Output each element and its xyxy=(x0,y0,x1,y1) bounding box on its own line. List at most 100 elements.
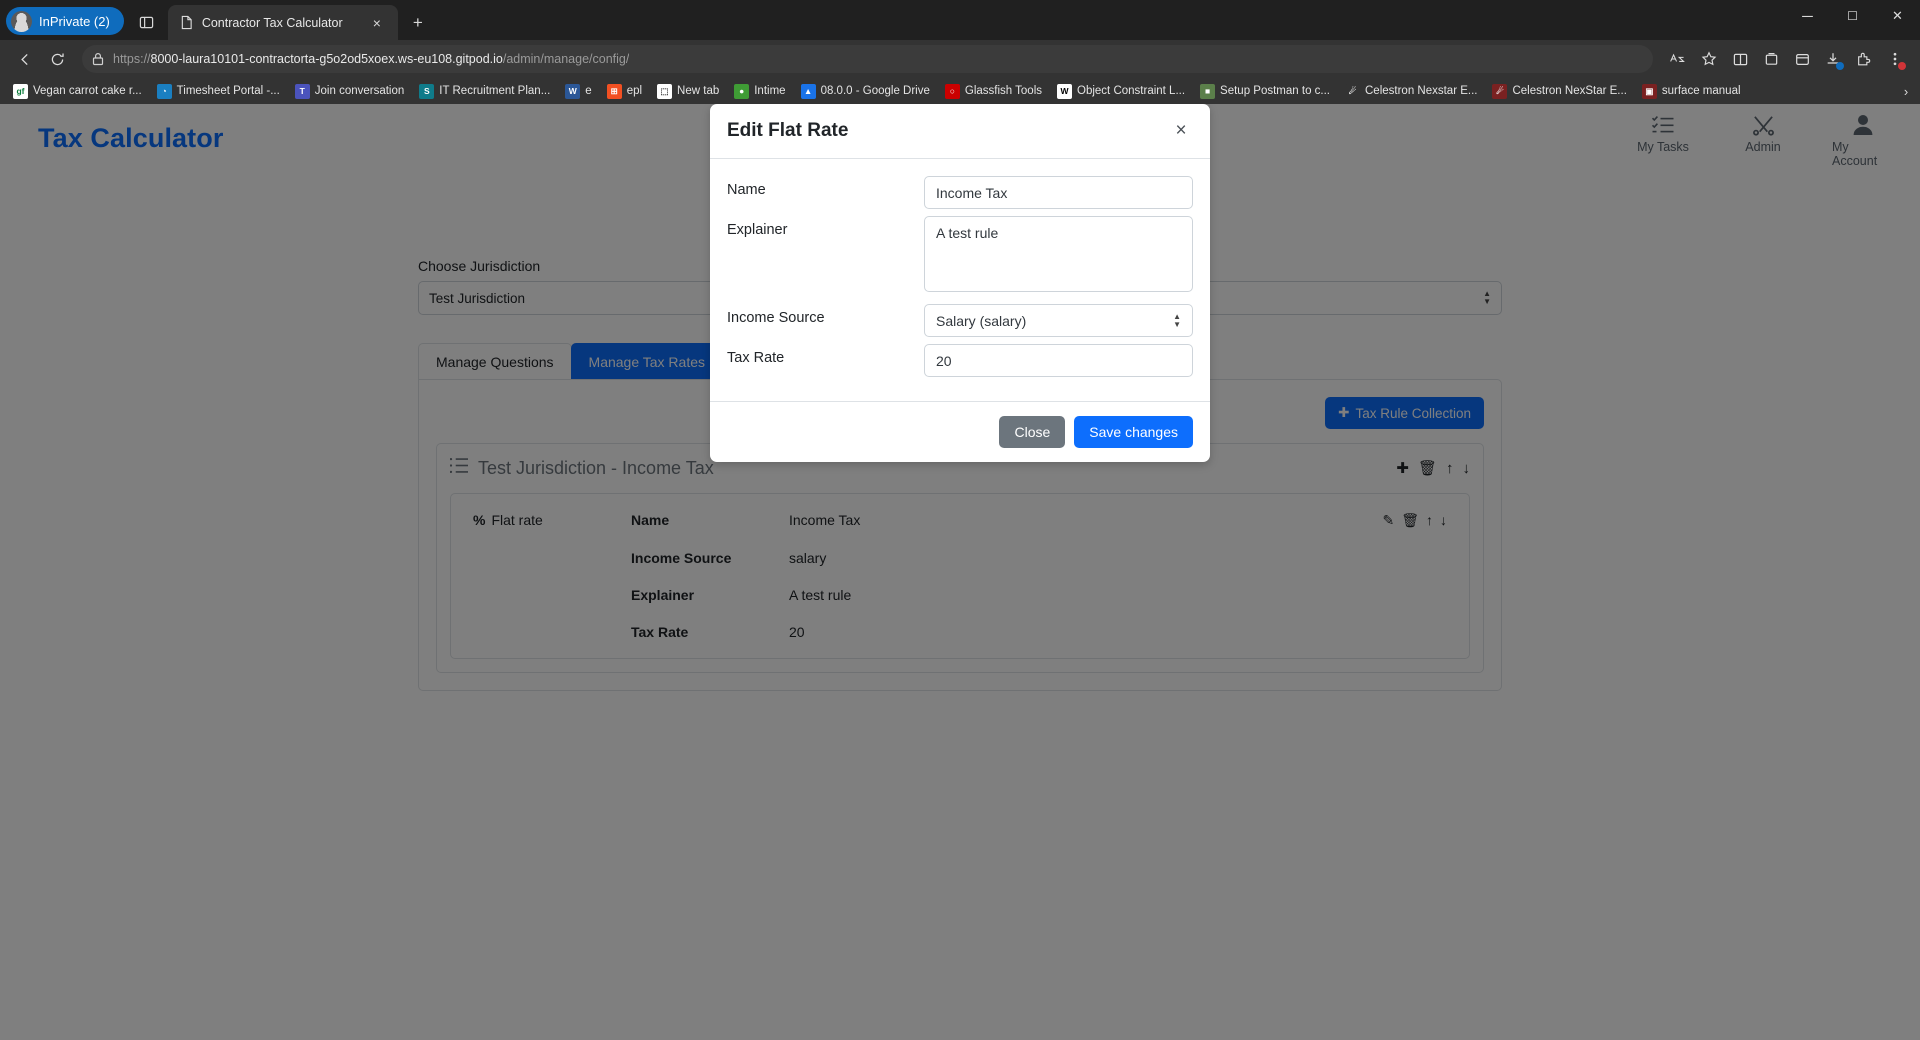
bookmark-item[interactable]: ● Intime xyxy=(727,80,792,102)
modal-title: Edit Flat Rate xyxy=(727,120,849,141)
browser-tab[interactable]: Contractor Tax Calculator × xyxy=(167,5,398,40)
bookmark-favicon: gf xyxy=(13,83,28,99)
bookmark-favicon: W xyxy=(565,83,581,99)
avatar xyxy=(11,10,32,32)
bookmark-label: Object Constraint L... xyxy=(1077,85,1186,97)
bookmark-label: Celestron NexStar E... xyxy=(1512,85,1627,97)
bookmark-favicon: ⬚ xyxy=(657,83,673,99)
browser-essentials-icon[interactable] xyxy=(1787,44,1817,74)
bookmark-label: IT Recruitment Plan... xyxy=(439,85,551,97)
bookmark-label: Timesheet Portal -... xyxy=(176,85,280,97)
close-tab-icon[interactable]: × xyxy=(366,12,388,34)
favorite-star-icon[interactable] xyxy=(1694,44,1724,74)
bookmark-label: Join conversation xyxy=(314,85,405,97)
chevron-updown-icon: ▲▼ xyxy=(1173,311,1181,329)
tax-rate-label: Tax Rate xyxy=(727,350,785,366)
browser-window: InPrivate (2) Contractor Tax Calculator … xyxy=(0,0,1920,1040)
bookmark-item[interactable]: W Object Constraint L... xyxy=(1050,80,1192,102)
explainer-label: Explainer xyxy=(727,222,788,238)
bookmark-item[interactable]: ○ Glassfish Tools xyxy=(938,80,1049,102)
bookmark-item[interactable]: ▲ 08.0.0 - Google Drive xyxy=(794,80,937,102)
bookmark-label: Vegan carrot cake r... xyxy=(33,85,142,97)
bookmark-item[interactable]: ⬚ New tab xyxy=(650,80,726,102)
settings-menu-icon[interactable] xyxy=(1880,44,1910,74)
downloads-badge xyxy=(1836,62,1844,70)
page-viewport: Tax Calculator My Tasks xyxy=(0,104,1920,1040)
bookmark-label: surface manual xyxy=(1661,85,1741,97)
bookmark-item[interactable]: ▣ surface manual xyxy=(1635,80,1748,102)
bookmark-favicon: T xyxy=(294,83,310,99)
address-bar[interactable]: https://8000-laura10101-contractorta-g5o… xyxy=(82,45,1653,73)
bookmark-favicon: ▲ xyxy=(800,83,816,99)
bookmark-label: Celestron Nexstar E... xyxy=(1365,85,1478,97)
bookmark-item[interactable]: ☄ Celestron Nexstar E... xyxy=(1338,80,1484,102)
modal-close-icon[interactable]: × xyxy=(1169,120,1193,142)
tab-actions-icon[interactable] xyxy=(130,7,164,37)
edit-flat-rate-modal: Edit Flat Rate × Name Explainer A test r… xyxy=(710,104,1210,462)
collections-icon[interactable] xyxy=(1756,44,1786,74)
window-close-button[interactable]: ✕ xyxy=(1875,0,1920,32)
downloads-icon[interactable] xyxy=(1818,44,1848,74)
income-source-select[interactable]: Salary (salary) ▲ ▼ xyxy=(924,304,1193,337)
modal-body: Name Explainer A test rule Income Source xyxy=(710,159,1210,401)
bookmark-label: Intime xyxy=(754,85,786,97)
bookmark-label: e xyxy=(585,85,592,97)
read-aloud-icon[interactable] xyxy=(1663,44,1693,74)
window-maximize-button[interactable]: ☐ xyxy=(1830,0,1875,32)
back-icon[interactable] xyxy=(10,44,40,74)
lock-icon xyxy=(92,53,104,66)
form-row-name: Name xyxy=(727,176,1193,209)
bookmark-item[interactable]: T Join conversation xyxy=(288,80,412,102)
window-minimize-button[interactable]: ─ xyxy=(1785,0,1830,32)
bookmark-favicon: S xyxy=(419,83,435,99)
save-changes-button[interactable]: Save changes xyxy=(1074,416,1193,448)
bookmark-favicon: ◔ xyxy=(156,83,172,99)
reload-icon[interactable] xyxy=(42,44,72,74)
extensions-icon[interactable] xyxy=(1849,44,1879,74)
bookmark-item[interactable]: ☄ Celestron NexStar E... xyxy=(1485,80,1633,102)
bookmark-item[interactable]: ◔ Timesheet Portal -... xyxy=(150,80,287,102)
split-screen-icon[interactable] xyxy=(1725,44,1755,74)
bookmark-favicon: ⊞ xyxy=(606,83,622,99)
form-row-explainer: Explainer A test rule xyxy=(727,216,1193,297)
close-button[interactable]: Close xyxy=(999,416,1066,448)
bookmarks-overflow-icon[interactable]: › xyxy=(1896,81,1916,101)
name-label: Name xyxy=(727,182,766,198)
bookmark-label: Setup Postman to c... xyxy=(1220,85,1330,97)
explainer-textarea[interactable]: A test rule xyxy=(924,216,1193,292)
income-source-label: Income Source xyxy=(727,310,825,326)
bookmarks-bar: gf Vegan carrot cake r... ◔ Timesheet Porta… xyxy=(0,78,1920,104)
tab-strip: InPrivate (2) Contractor Tax Calculator … xyxy=(0,0,1920,40)
bookmark-item[interactable]: We xyxy=(558,80,598,102)
bookmark-label: Glassfish Tools xyxy=(964,85,1043,97)
tax-rate-input[interactable] xyxy=(924,344,1193,377)
page-icon xyxy=(181,15,192,30)
url-text: https://8000-laura10101-contractorta-g5o… xyxy=(113,52,629,66)
bookmark-favicon: ■ xyxy=(1200,83,1216,99)
bookmark-label: epl xyxy=(626,85,643,97)
modal-footer: Close Save changes xyxy=(710,401,1210,462)
bookmark-favicon: ○ xyxy=(944,83,960,99)
name-input[interactable] xyxy=(924,176,1193,209)
bookmark-favicon: ☄ xyxy=(1492,83,1508,99)
url-scheme: https:// xyxy=(113,52,151,66)
bookmark-favicon: W xyxy=(1057,83,1073,99)
settings-badge xyxy=(1898,62,1906,70)
bookmark-item[interactable]: S IT Recruitment Plan... xyxy=(412,80,557,102)
bookmark-item[interactable]: ■ Setup Postman to c... xyxy=(1193,80,1337,102)
inprivate-profile-pill[interactable]: InPrivate (2) xyxy=(6,7,124,35)
tab-title: Contractor Tax Calculator xyxy=(201,15,343,30)
form-row-tax-rate: Tax Rate xyxy=(727,344,1193,377)
url-path: /admin/manage/config/ xyxy=(502,52,630,66)
bookmark-item[interactable]: ⊞ epl xyxy=(600,80,649,102)
bookmark-item[interactable]: gf Vegan carrot cake r... xyxy=(6,80,149,102)
navigation-bar: https://8000-laura10101-contractorta-g5o… xyxy=(0,40,1920,78)
bookmark-favicon: ▣ xyxy=(1641,83,1657,99)
new-tab-icon[interactable]: + xyxy=(407,12,429,34)
inprivate-label: InPrivate (2) xyxy=(39,13,110,29)
url-host: 8000-laura10101-contractorta-g5o2od5xoex… xyxy=(150,52,503,66)
tax-calculator-page: Tax Calculator My Tasks xyxy=(0,104,1920,1040)
bookmark-favicon: ● xyxy=(734,83,750,99)
bookmark-label: 08.0.0 - Google Drive xyxy=(820,85,930,97)
bookmark-label: New tab xyxy=(677,85,720,97)
